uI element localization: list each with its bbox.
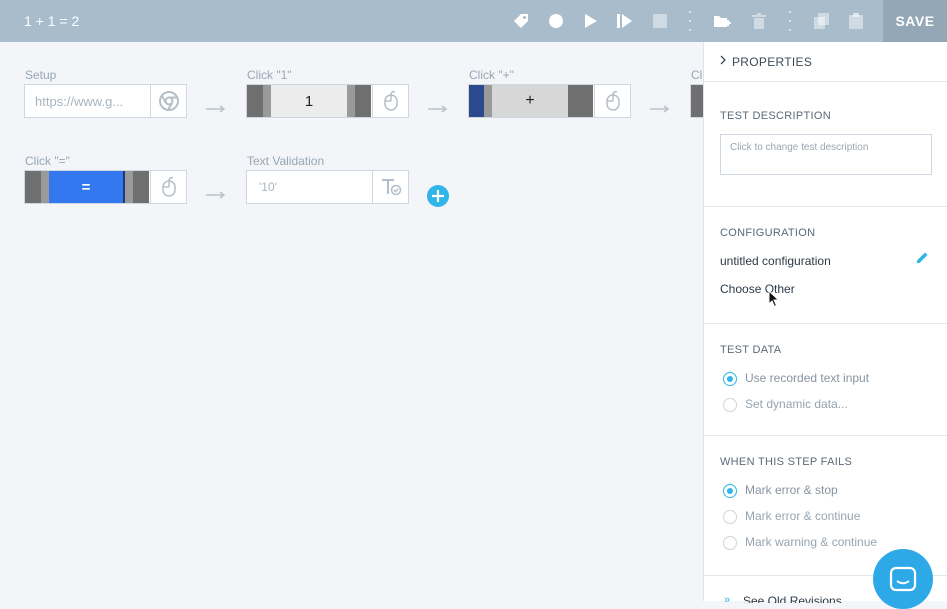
old-revisions-label: See Old Revisions <box>743 594 842 603</box>
radio-label: Mark error & stop <box>745 483 838 497</box>
screenshot-thumbnail: + <box>469 85 593 117</box>
radio-label: Mark warning & continue <box>745 535 878 549</box>
step-card[interactable]: + <box>468 84 631 118</box>
radio-error-stop[interactable] <box>723 484 737 498</box>
step-label: Setup <box>25 68 57 82</box>
radio-recorded-input[interactable] <box>723 372 737 386</box>
paste-icon[interactable] <box>844 9 868 33</box>
copy-icon[interactable] <box>810 9 834 33</box>
chat-icon <box>889 566 917 592</box>
properties-panel: PROPERTIES TEST DESCRIPTION Click to cha… <box>703 42 947 603</box>
edit-icon[interactable] <box>916 251 929 264</box>
stop-icon[interactable] <box>648 9 672 33</box>
top-bar: 1 + 1 = 2 SAVE <box>0 0 947 42</box>
text-check-icon <box>372 171 408 203</box>
step-label: Click "+" <box>469 68 514 82</box>
validation-value: '10' <box>259 180 277 194</box>
cursor-icon <box>768 290 780 308</box>
step-card[interactable]: 1 <box>246 84 409 118</box>
test-title[interactable]: 1 + 1 = 2 <box>24 13 79 29</box>
arrow-icon <box>650 105 670 113</box>
step-label: Cl <box>691 68 703 82</box>
properties-title: PROPERTIES <box>732 55 813 69</box>
arrow-icon <box>428 105 448 113</box>
radio-label: Use recorded text input <box>745 371 870 385</box>
add-step-button[interactable] <box>427 185 449 207</box>
step-card[interactable]: = <box>24 170 187 204</box>
radio-label: Set dynamic data... <box>745 397 848 411</box>
test-description-input[interactable]: Click to change test description <box>720 134 932 175</box>
section-title: TEST DATA <box>720 344 782 356</box>
step-label: Click "1" <box>247 68 292 82</box>
toolbar-divider <box>688 11 692 31</box>
configuration-section: CONFIGURATION untitled configuration Cho… <box>704 207 947 324</box>
step-label: Text Validation <box>247 154 325 168</box>
step-label: Click "=" <box>25 154 70 168</box>
configuration-name: untitled configuration <box>720 254 831 268</box>
record-icon[interactable] <box>544 9 568 33</box>
chat-button[interactable] <box>873 549 933 609</box>
thumbnail-value: = <box>49 171 125 203</box>
radio-dynamic-data[interactable] <box>723 398 737 412</box>
trash-icon[interactable] <box>747 9 771 33</box>
choose-other-link[interactable]: Choose Other <box>720 282 795 296</box>
url-value: https://www.g... <box>35 94 124 109</box>
thumbnail-value: 1 <box>271 85 347 117</box>
mouse-icon <box>372 85 408 117</box>
step-card[interactable]: '10' <box>246 170 409 204</box>
mouse-icon <box>150 171 186 203</box>
save-button[interactable]: SAVE <box>883 0 947 42</box>
properties-header[interactable]: PROPERTIES <box>704 42 947 82</box>
tag-icon[interactable] <box>509 9 533 33</box>
chevron-right-icon <box>720 55 726 65</box>
radio-error-continue[interactable] <box>723 510 737 524</box>
double-chevron-icon: » <box>724 594 731 603</box>
chrome-icon <box>150 85 186 117</box>
section-title: TEST DESCRIPTION <box>720 110 831 122</box>
section-title: WHEN THIS STEP FAILS <box>720 456 853 468</box>
arrow-icon <box>206 105 226 113</box>
mouse-icon <box>594 85 630 117</box>
radio-label: Mark error & continue <box>745 509 861 523</box>
section-title: CONFIGURATION <box>720 227 816 239</box>
test-data-section: TEST DATA Use recorded text input Set dy… <box>704 324 947 436</box>
radio-warning-continue[interactable] <box>723 536 737 550</box>
add-folder-icon[interactable] <box>710 9 734 33</box>
step-card[interactable]: https://www.g... <box>24 84 187 118</box>
plus-icon <box>432 190 444 202</box>
test-description-section: TEST DESCRIPTION Click to change test de… <box>704 82 947 207</box>
thumbnail-value: + <box>492 85 568 117</box>
step-forward-icon[interactable] <box>613 9 637 33</box>
screenshot-thumbnail: = <box>25 171 149 203</box>
play-icon[interactable] <box>579 9 603 33</box>
arrow-icon <box>206 191 226 199</box>
screenshot-thumbnail: 1 <box>247 85 371 117</box>
toolbar-divider <box>788 11 792 31</box>
